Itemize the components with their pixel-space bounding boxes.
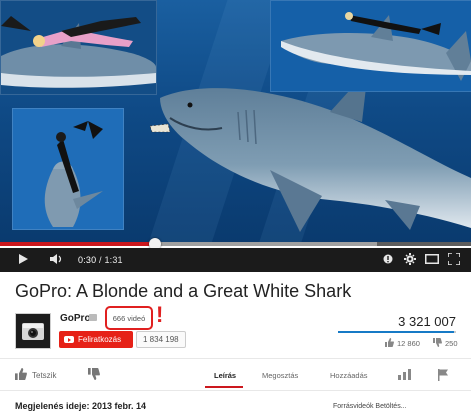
time-total: 1:31 [104,255,123,265]
subscribe-label: Feliratkozás [78,335,122,344]
annotations-icon [383,254,393,266]
subscribe-button[interactable]: Feliratkozás [59,331,133,348]
progress-played [0,242,156,246]
time-current: 0:30 [78,255,97,265]
active-tab-indicator [205,386,243,388]
play-button[interactable] [10,248,36,272]
video-inset-diver-above [270,0,471,92]
tab-description[interactable]: Leírás [214,371,236,380]
player-controls: 0:30 / 1:31 [0,248,471,272]
fullscreen-button[interactable] [443,248,465,272]
volume-button[interactable] [44,248,68,272]
annotations-button[interactable] [377,248,399,272]
like-count: 12 860 [397,339,420,348]
like-action-label: Tetszik [32,370,57,380]
theater-mode-icon [425,254,439,266]
flag-icon [438,369,449,383]
publish-date: Megjelenés ideje: 2013 febr. 14 [15,401,147,411]
report-button[interactable] [438,369,449,383]
gopro-camera-icon [16,314,50,348]
video-inset-diver-vertical [12,108,124,230]
channel-video-count[interactable]: 666 videó [105,306,153,330]
play-icon [17,253,29,267]
annotation-exclamation-mark: ! [156,302,164,327]
view-count: 3 321 007 [398,314,456,329]
channel-badge-icon [89,314,97,321]
like-dislike-bar [338,331,456,333]
channel-avatar[interactable] [15,313,51,349]
stats-button[interactable] [398,369,411,382]
progress-bar[interactable] [0,238,471,250]
tab-add-to[interactable]: Hozzáadás [330,371,368,380]
fullscreen-icon [447,252,461,267]
like-action-button[interactable]: Tetszik [15,368,56,382]
video-count-text: 666 videó [112,313,146,323]
subscriber-count-text: 1 834 198 [143,335,179,344]
volume-icon [49,253,63,267]
time-display: 0:30 / 1:31 [78,255,123,265]
like-fill [338,331,454,333]
stats-icon [398,369,411,382]
youtube-logo-icon [64,336,74,343]
tab-share[interactable]: Megosztás [262,371,298,380]
dislike-button[interactable]: 250 [433,338,458,349]
thumbs-up-icon [15,368,27,382]
like-button[interactable]: 12 860 [385,338,420,349]
video-inset-diver-riding [0,0,157,95]
source-videos-text[interactable]: Forrásvideók Betöltés... [333,403,407,410]
settings-button[interactable] [399,248,421,272]
thumbs-down-icon [433,338,442,349]
section-divider [0,390,471,391]
video-title: GoPro: A Blonde and a Great White Shark [15,281,352,301]
thumbs-down-icon [88,368,100,382]
dislike-action-button[interactable] [88,368,100,382]
theater-mode-button[interactable] [421,248,443,272]
thumbs-up-icon [385,338,394,349]
gear-icon [404,253,416,267]
channel-name[interactable]: GoPro [60,313,91,324]
video-player[interactable] [0,0,471,245]
subscriber-count: 1 834 198 [136,331,186,348]
dislike-count: 250 [445,339,458,348]
action-bar: Tetszik Leírás Megosztás Hozzáadás [0,358,471,389]
